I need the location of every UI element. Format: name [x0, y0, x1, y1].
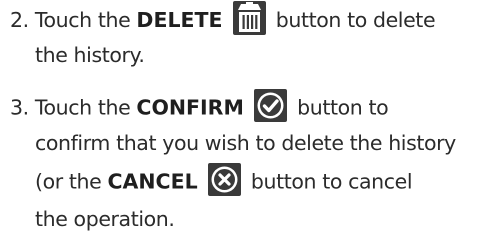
step-text: (or the: [35, 169, 102, 194]
step-2-line-2: the history.: [35, 40, 145, 70]
step-text: button to cancel: [250, 169, 413, 194]
step-text: the operation.: [35, 207, 175, 231]
step-text: Touch the: [34, 8, 131, 32]
step-2: 2. Touch the DELETE button to delete the…: [10, 0, 479, 80]
step-3: 3. Touch the CONFIRM button to confirm t…: [10, 88, 479, 252]
delete-keyword: DELETE: [136, 8, 223, 32]
step-3-line-1: 3. Touch the CONFIRM button to: [10, 89, 389, 125]
check-icon: [254, 89, 287, 122]
step-text: the history.: [35, 43, 145, 67]
step-text: Touch the: [34, 95, 131, 120]
cancel-keyword: CANCEL: [107, 169, 198, 194]
step-text: confirm that you wish to delete the hist…: [35, 131, 456, 155]
step-number: 3.: [10, 95, 29, 120]
step-3-line-2: confirm that you wish to delete the hist…: [35, 128, 456, 158]
step-2-line-1: 2. Touch the DELETE button to delete: [10, 1, 436, 38]
confirm-keyword: CONFIRM: [136, 95, 244, 120]
step-text: button to delete: [275, 8, 436, 32]
instructions-page: 2. Touch the DELETE button to delete the…: [0, 0, 479, 252]
cancel-icon: [207, 163, 241, 196]
step-3-line-4: the operation.: [35, 204, 175, 234]
step-text: button to: [297, 95, 389, 120]
step-number: 2.: [10, 8, 29, 32]
trash-icon: [232, 1, 266, 35]
step-3-line-3: (or the CANCEL button to cancel: [35, 163, 413, 199]
